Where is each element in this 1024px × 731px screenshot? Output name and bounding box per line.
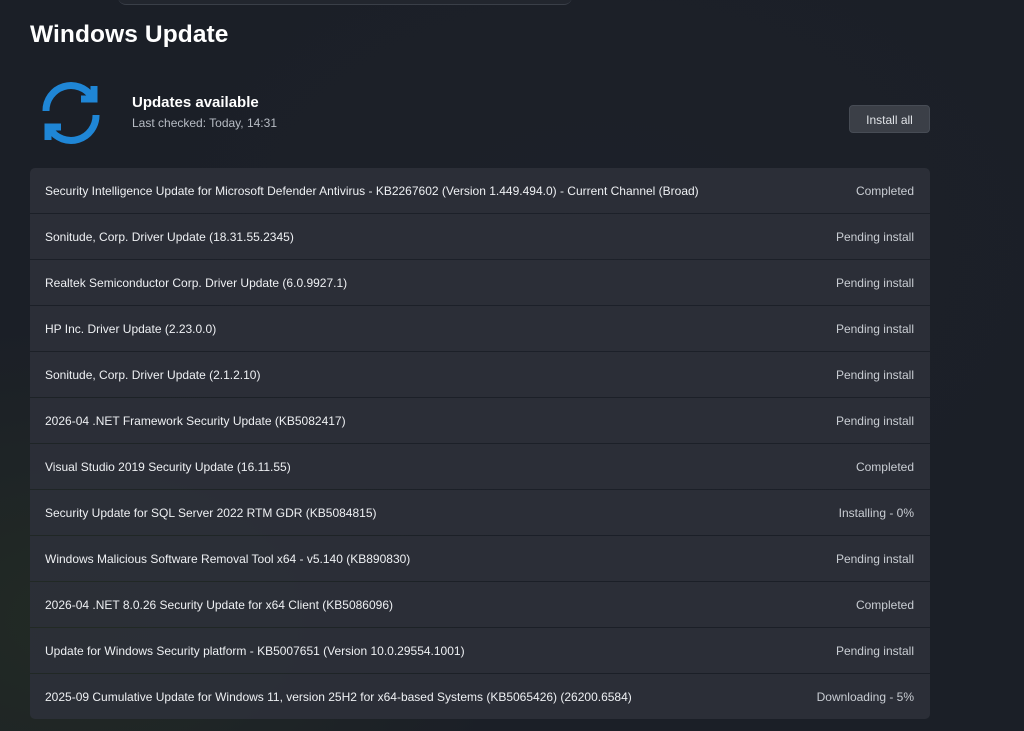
update-row[interactable]: Sonitude, Corp. Driver Update (18.31.55.… [30,214,930,259]
update-status: Completed [855,183,914,198]
update-name: 2026-04 .NET Framework Security Update (… [45,413,346,428]
update-name: Sonitude, Corp. Driver Update (2.1.2.10) [45,367,261,382]
update-status: Installing - 0% [838,505,914,520]
update-status: Pending install [835,551,914,566]
update-name: 2026-04 .NET 8.0.26 Security Update for … [45,597,393,612]
update-row[interactable]: 2025-09 Cumulative Update for Windows 11… [30,674,930,719]
update-row[interactable]: Sonitude, Corp. Driver Update (2.1.2.10)… [30,352,930,397]
last-checked-text: Last checked: Today, 14:31 [132,116,277,130]
page-title: Windows Update [30,21,229,48]
update-name: Windows Malicious Software Removal Tool … [45,551,411,566]
update-row[interactable]: HP Inc. Driver Update (2.23.0.0) Pending… [30,306,930,351]
update-status: Pending install [835,367,914,382]
update-status-header: Updates available Last checked: Today, 1… [30,76,930,156]
update-name: Realtek Semiconductor Corp. Driver Updat… [45,275,348,290]
update-row[interactable]: Windows Malicious Software Removal Tool … [30,536,930,581]
update-status: Pending install [835,229,914,244]
status-title: Updates available [132,94,259,111]
update-status: Completed [855,459,914,474]
update-status: Pending install [835,413,914,428]
update-name: Visual Studio 2019 Security Update (16.1… [45,459,291,474]
update-row[interactable]: 2026-04 .NET 8.0.26 Security Update for … [30,582,930,627]
update-row[interactable]: Security Update for SQL Server 2022 RTM … [30,490,930,535]
update-list: Security Intelligence Update for Microso… [30,168,930,719]
update-row[interactable]: Update for Windows Security platform - K… [30,628,930,673]
update-row[interactable]: Security Intelligence Update for Microso… [30,168,930,213]
update-row[interactable]: Visual Studio 2019 Security Update (16.1… [30,444,930,489]
update-name: HP Inc. Driver Update (2.23.0.0) [45,321,217,336]
update-name: Sonitude, Corp. Driver Update (18.31.55.… [45,229,294,244]
update-status: Completed [855,597,914,612]
update-status: Pending install [835,643,914,658]
update-name: Security Intelligence Update for Microso… [45,183,699,198]
update-status: Pending install [835,275,914,290]
update-status: Downloading - 5% [816,689,914,704]
update-name: Update for Windows Security platform - K… [45,643,465,658]
update-row[interactable]: Realtek Semiconductor Corp. Driver Updat… [30,260,930,305]
sync-icon [42,82,100,144]
update-status: Pending install [835,321,914,336]
update-name: 2025-09 Cumulative Update for Windows 11… [45,689,632,704]
update-name: Security Update for SQL Server 2022 RTM … [45,505,377,520]
update-row[interactable]: 2026-04 .NET Framework Security Update (… [30,398,930,443]
search-box-edge[interactable] [118,0,572,5]
install-all-button[interactable]: Install all [849,105,930,133]
